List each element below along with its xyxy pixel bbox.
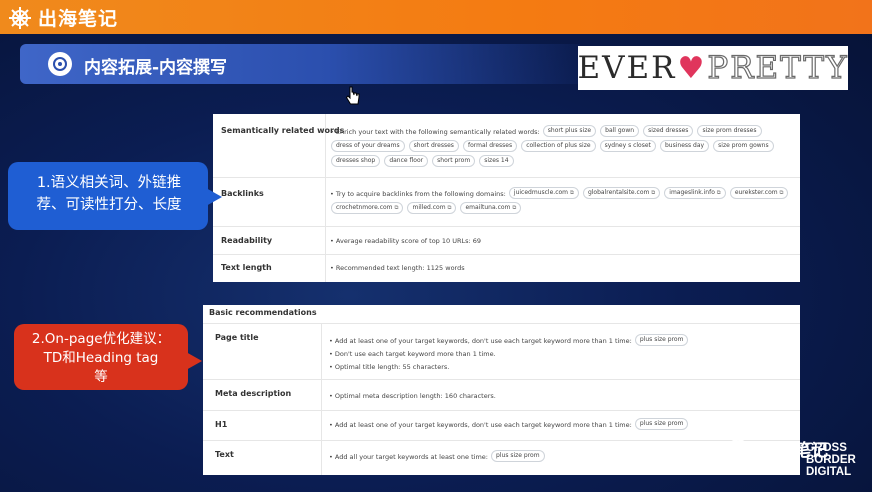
basic-recommendations-panel: Basic recommendations Page title Add at … [203, 305, 800, 475]
external-link-icon: ⧉ [779, 190, 784, 196]
row-content: Enrich your text with the following sema… [330, 125, 790, 170]
cross-border-digital-logo: CROSS BORDER DIGITAL [806, 442, 866, 478]
row-label: Text length [221, 263, 272, 272]
recommendation-line: Don't use each target keyword more than … [329, 350, 496, 358]
ship-wheel-icon [9, 6, 31, 29]
brand: 出海笔记 [8, 4, 118, 31]
external-link-icon: ⧉ [716, 190, 721, 196]
external-link-icon: ⧉ [651, 190, 656, 196]
page-title: 内容拓展-内容撰写 [84, 58, 228, 78]
external-link-icon: ⧉ [447, 205, 452, 211]
row-label: Meta description [215, 389, 292, 398]
callout-semantic: 1.语义相关词、外链推 荐、可读性打分、长度 [8, 162, 222, 230]
row-content: Try to acquire backlinks from the follow… [330, 187, 790, 217]
row-label: Readability [221, 236, 273, 245]
keyword-chip[interactable]: short prom [432, 155, 476, 167]
external-link-icon: ⧉ [512, 205, 517, 211]
wechat-icon [728, 438, 754, 459]
row-meta-description: Meta description Optimal meta descriptio… [203, 380, 800, 411]
callout-line: 等 [94, 369, 108, 385]
backlinks-intro: Try to acquire backlinks from the follow… [330, 190, 506, 198]
keyword-chip[interactable]: plus size prom [634, 334, 689, 346]
callout-line: 2.On-page优化建议： [31, 331, 171, 347]
domain-chip[interactable]: imageslink.info ⧉ [664, 187, 726, 199]
row-h1: H1 Add at least one of your target keywo… [203, 411, 800, 441]
keyword-chip[interactable]: dresses shop [331, 155, 381, 167]
keyword-chip[interactable]: plus size prom [491, 450, 545, 462]
row-text: Text Add all your target keywords at lea… [203, 441, 800, 475]
top-bar: 出海笔记 [0, 0, 872, 34]
semantic-intro: Enrich your text with the following sema… [330, 128, 540, 136]
row-label: H1 [215, 420, 228, 429]
row-backlinks: Backlinks Try to acquire backlinks from … [213, 178, 800, 227]
external-link-icon: ⧉ [394, 205, 399, 211]
panel-header: Basic recommendations [209, 308, 317, 317]
domain-chip[interactable]: eurekster.com ⧉ [729, 187, 789, 199]
domain-chip[interactable]: emailtuna.com ⧉ [460, 202, 522, 214]
keyword-chip[interactable]: size prom gowns [713, 140, 774, 152]
content-analysis-panel: Semantically related words Enrich your t… [213, 114, 800, 282]
row-label: Semantically related words [221, 126, 345, 135]
recommendation-line: Add at least one of your target keywords… [329, 421, 632, 429]
keyword-chip[interactable]: formal dresses [462, 140, 518, 152]
row-label: Page title [215, 333, 259, 342]
keyword-chip[interactable]: sizes 14 [479, 155, 514, 167]
domain-chip[interactable]: crochetnmore.com ⧉ [331, 202, 404, 214]
callout-line: 1.语义相关词、外链推 [36, 175, 182, 191]
row-content: Add at least one of your target keywords… [329, 334, 790, 374]
row-page-title: Page title Add at least one of your targ… [203, 323, 800, 380]
callout-line: 荐、可读性打分、长度 [36, 197, 182, 213]
everpretty-logo: EVER ♥ PRETTY [577, 46, 849, 90]
text-length-text: Recommended text length: 1125 words [330, 264, 465, 272]
keyword-chip[interactable]: short plus size [542, 125, 597, 137]
heart-icon: ♥ [677, 50, 707, 86]
brand-name: 出海笔记 [38, 8, 119, 30]
row-content: Add at least one of your target keywords… [329, 418, 790, 433]
keyword-chip[interactable]: dress of your dreams [331, 140, 405, 152]
logo-line: BORDER [806, 454, 856, 466]
recommendation-line: Optimal title length: 55 characters. [329, 363, 449, 371]
keyword-chip[interactable]: dance floor [384, 155, 429, 167]
row-semantic-words: Semantically related words Enrich your t… [213, 114, 800, 178]
row-content: Add all your target keywords at least on… [329, 450, 790, 465]
row-content: Optimal meta description length: 160 cha… [329, 389, 790, 404]
hand-cursor-icon [345, 86, 360, 105]
keyword-chip[interactable]: collection of plus size [521, 140, 596, 152]
row-content: Recommended text length: 1125 words [330, 261, 790, 276]
keyword-chip[interactable]: plus size prom [634, 418, 689, 430]
keyword-chip[interactable]: business day [659, 140, 710, 152]
domain-chip[interactable]: globalrentalsite.com ⧉ [582, 187, 661, 199]
recommendation-line: Add all your target keywords at least on… [329, 453, 488, 461]
callout-line: TD和Heading tag [43, 350, 159, 366]
readability-text: Average readability score of top 10 URLs… [330, 237, 481, 245]
row-label: Text [215, 450, 234, 459]
keyword-chip[interactable]: sydney s closet [599, 140, 656, 152]
domain-chip[interactable]: juicedmuscle.com ⧉ [508, 187, 579, 199]
keyword-chip[interactable]: short dresses [408, 140, 459, 152]
recommendation-line: Add at least one of your target keywords… [329, 337, 632, 345]
logo-part1: EVER [577, 50, 677, 86]
domain-chip[interactable]: milled.com ⧉ [407, 202, 457, 214]
target-icon [48, 52, 72, 76]
recommendation-line: Optimal meta description length: 160 cha… [329, 392, 496, 400]
row-text-length: Text length Recommended text length: 112… [213, 255, 800, 282]
row-label: Backlinks [221, 189, 264, 198]
external-link-icon: ⧉ [569, 190, 574, 196]
row-content: Average readability score of top 10 URLs… [330, 234, 790, 249]
logo-line: DIGITAL [806, 466, 852, 478]
callout-onpage: 2.On-page优化建议： TD和Heading tag 等 [14, 324, 202, 390]
keyword-chip[interactable]: ball gown [600, 125, 640, 137]
title-bar: 内容拓展-内容撰写 [20, 44, 580, 84]
logo-line: CROSS [806, 442, 847, 454]
row-readability: Readability Average readability score of… [213, 227, 800, 255]
logo-part2: PRETTY [707, 49, 849, 86]
keyword-chip[interactable]: sized dresses [643, 125, 694, 137]
keyword-chip[interactable]: size prom dresses [697, 125, 762, 137]
